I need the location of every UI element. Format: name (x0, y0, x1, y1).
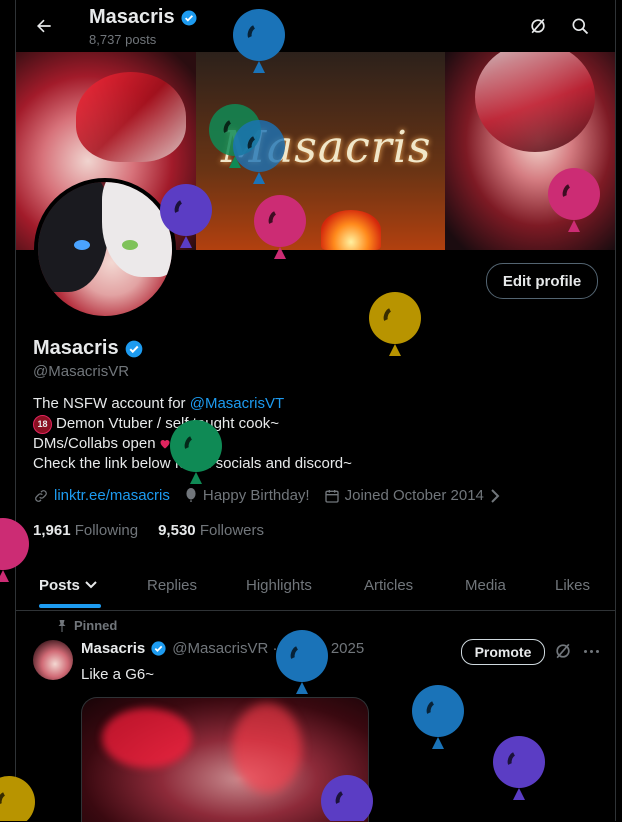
bio-text: The NSFW account for (33, 395, 190, 412)
profile-website-link[interactable]: linktr.ee/masacris (54, 487, 170, 504)
following-label: Following (74, 522, 139, 539)
header-title-group: Masacris (89, 6, 198, 29)
search-icon[interactable] (566, 12, 594, 40)
profile-meta: linktr.ee/masacris Happy Birthday! Joine… (33, 487, 515, 504)
profile-tabs: Posts Replies Highlights Articles Media … (16, 560, 615, 611)
display-name-group: Masacris (33, 337, 144, 360)
chevron-down-icon (85, 581, 97, 589)
post-header: Masacris @MasacrisVR · 17 Jan 2025 (81, 640, 364, 657)
tab-articles[interactable]: Articles (364, 560, 413, 610)
post-author-avatar[interactable] (33, 640, 73, 680)
more-options-icon[interactable] (580, 641, 602, 661)
banner-logo: Masacris (221, 122, 432, 173)
grok-icon[interactable] (524, 12, 552, 40)
banner-fire (321, 210, 381, 250)
bio-text: Check the link below for all socials and… (33, 455, 352, 472)
top-bar: Masacris 8,737 posts (16, 0, 615, 52)
header-title: Masacris (89, 6, 175, 28)
heart-icon (159, 438, 171, 450)
adult-18-icon: 18 (33, 414, 52, 434)
banner-right-character (445, 52, 615, 250)
tab-likes[interactable]: Likes (555, 560, 590, 610)
followers-link[interactable]: 9,530 Followers (158, 522, 264, 539)
verified-badge-icon (150, 640, 167, 657)
bio-text: Demon Vtuber / self taught cook~ (56, 415, 280, 432)
pin-icon (56, 619, 68, 633)
profile-column: Masacris 8,737 posts Masacris Edit profi… (15, 0, 616, 822)
joined-date: Joined October 2014 (344, 487, 484, 504)
edit-profile-button[interactable]: Edit profile (486, 263, 598, 299)
bio-text: DMs/Collabs open (33, 435, 156, 452)
tab-label: Posts (39, 576, 80, 594)
post-author-name[interactable]: Masacris (81, 640, 145, 657)
profile-bio: The NSFW account for @MasacrisVT 18 Demo… (33, 394, 352, 474)
profile-handle: @MasacrisVR (33, 363, 130, 380)
tab-media[interactable]: Media (465, 560, 506, 610)
post-grok-icon[interactable] (553, 641, 573, 661)
back-arrow-icon[interactable] (30, 12, 58, 40)
bio-mention-link[interactable]: @MasacrisVT (190, 395, 284, 412)
posts-count: 8,737 posts (89, 32, 157, 47)
follow-stats: 1,961 Following 9,530 Followers (33, 522, 264, 539)
promote-button[interactable]: Promote (461, 639, 545, 665)
birthday-text: Happy Birthday! (202, 487, 310, 504)
tab-replies[interactable]: Replies (147, 560, 197, 610)
chevron-right-icon[interactable] (489, 488, 501, 503)
followers-count: 9,530 (158, 522, 196, 539)
post-text: Like a G6~ (81, 666, 154, 683)
calendar-icon (324, 488, 340, 504)
followers-label: Followers (199, 522, 264, 539)
balloon-icon (184, 487, 198, 504)
active-tab-indicator (39, 604, 101, 608)
verified-badge-icon (180, 9, 198, 27)
following-link[interactable]: 1,961 Following (33, 522, 138, 539)
profile-avatar[interactable] (34, 178, 176, 320)
display-name: Masacris (33, 337, 119, 359)
link-icon (33, 488, 49, 504)
following-count: 1,961 (33, 522, 71, 539)
tab-highlights[interactable]: Highlights (246, 560, 312, 610)
verified-badge-icon[interactable] (124, 339, 144, 359)
post-handle-date[interactable]: @MasacrisVR · 17 Jan 2025 (172, 640, 364, 657)
pinned-label-group: Pinned (56, 618, 117, 633)
tab-posts[interactable]: Posts (39, 560, 97, 610)
post-media-image[interactable] (81, 697, 369, 822)
pinned-label: Pinned (74, 618, 118, 633)
